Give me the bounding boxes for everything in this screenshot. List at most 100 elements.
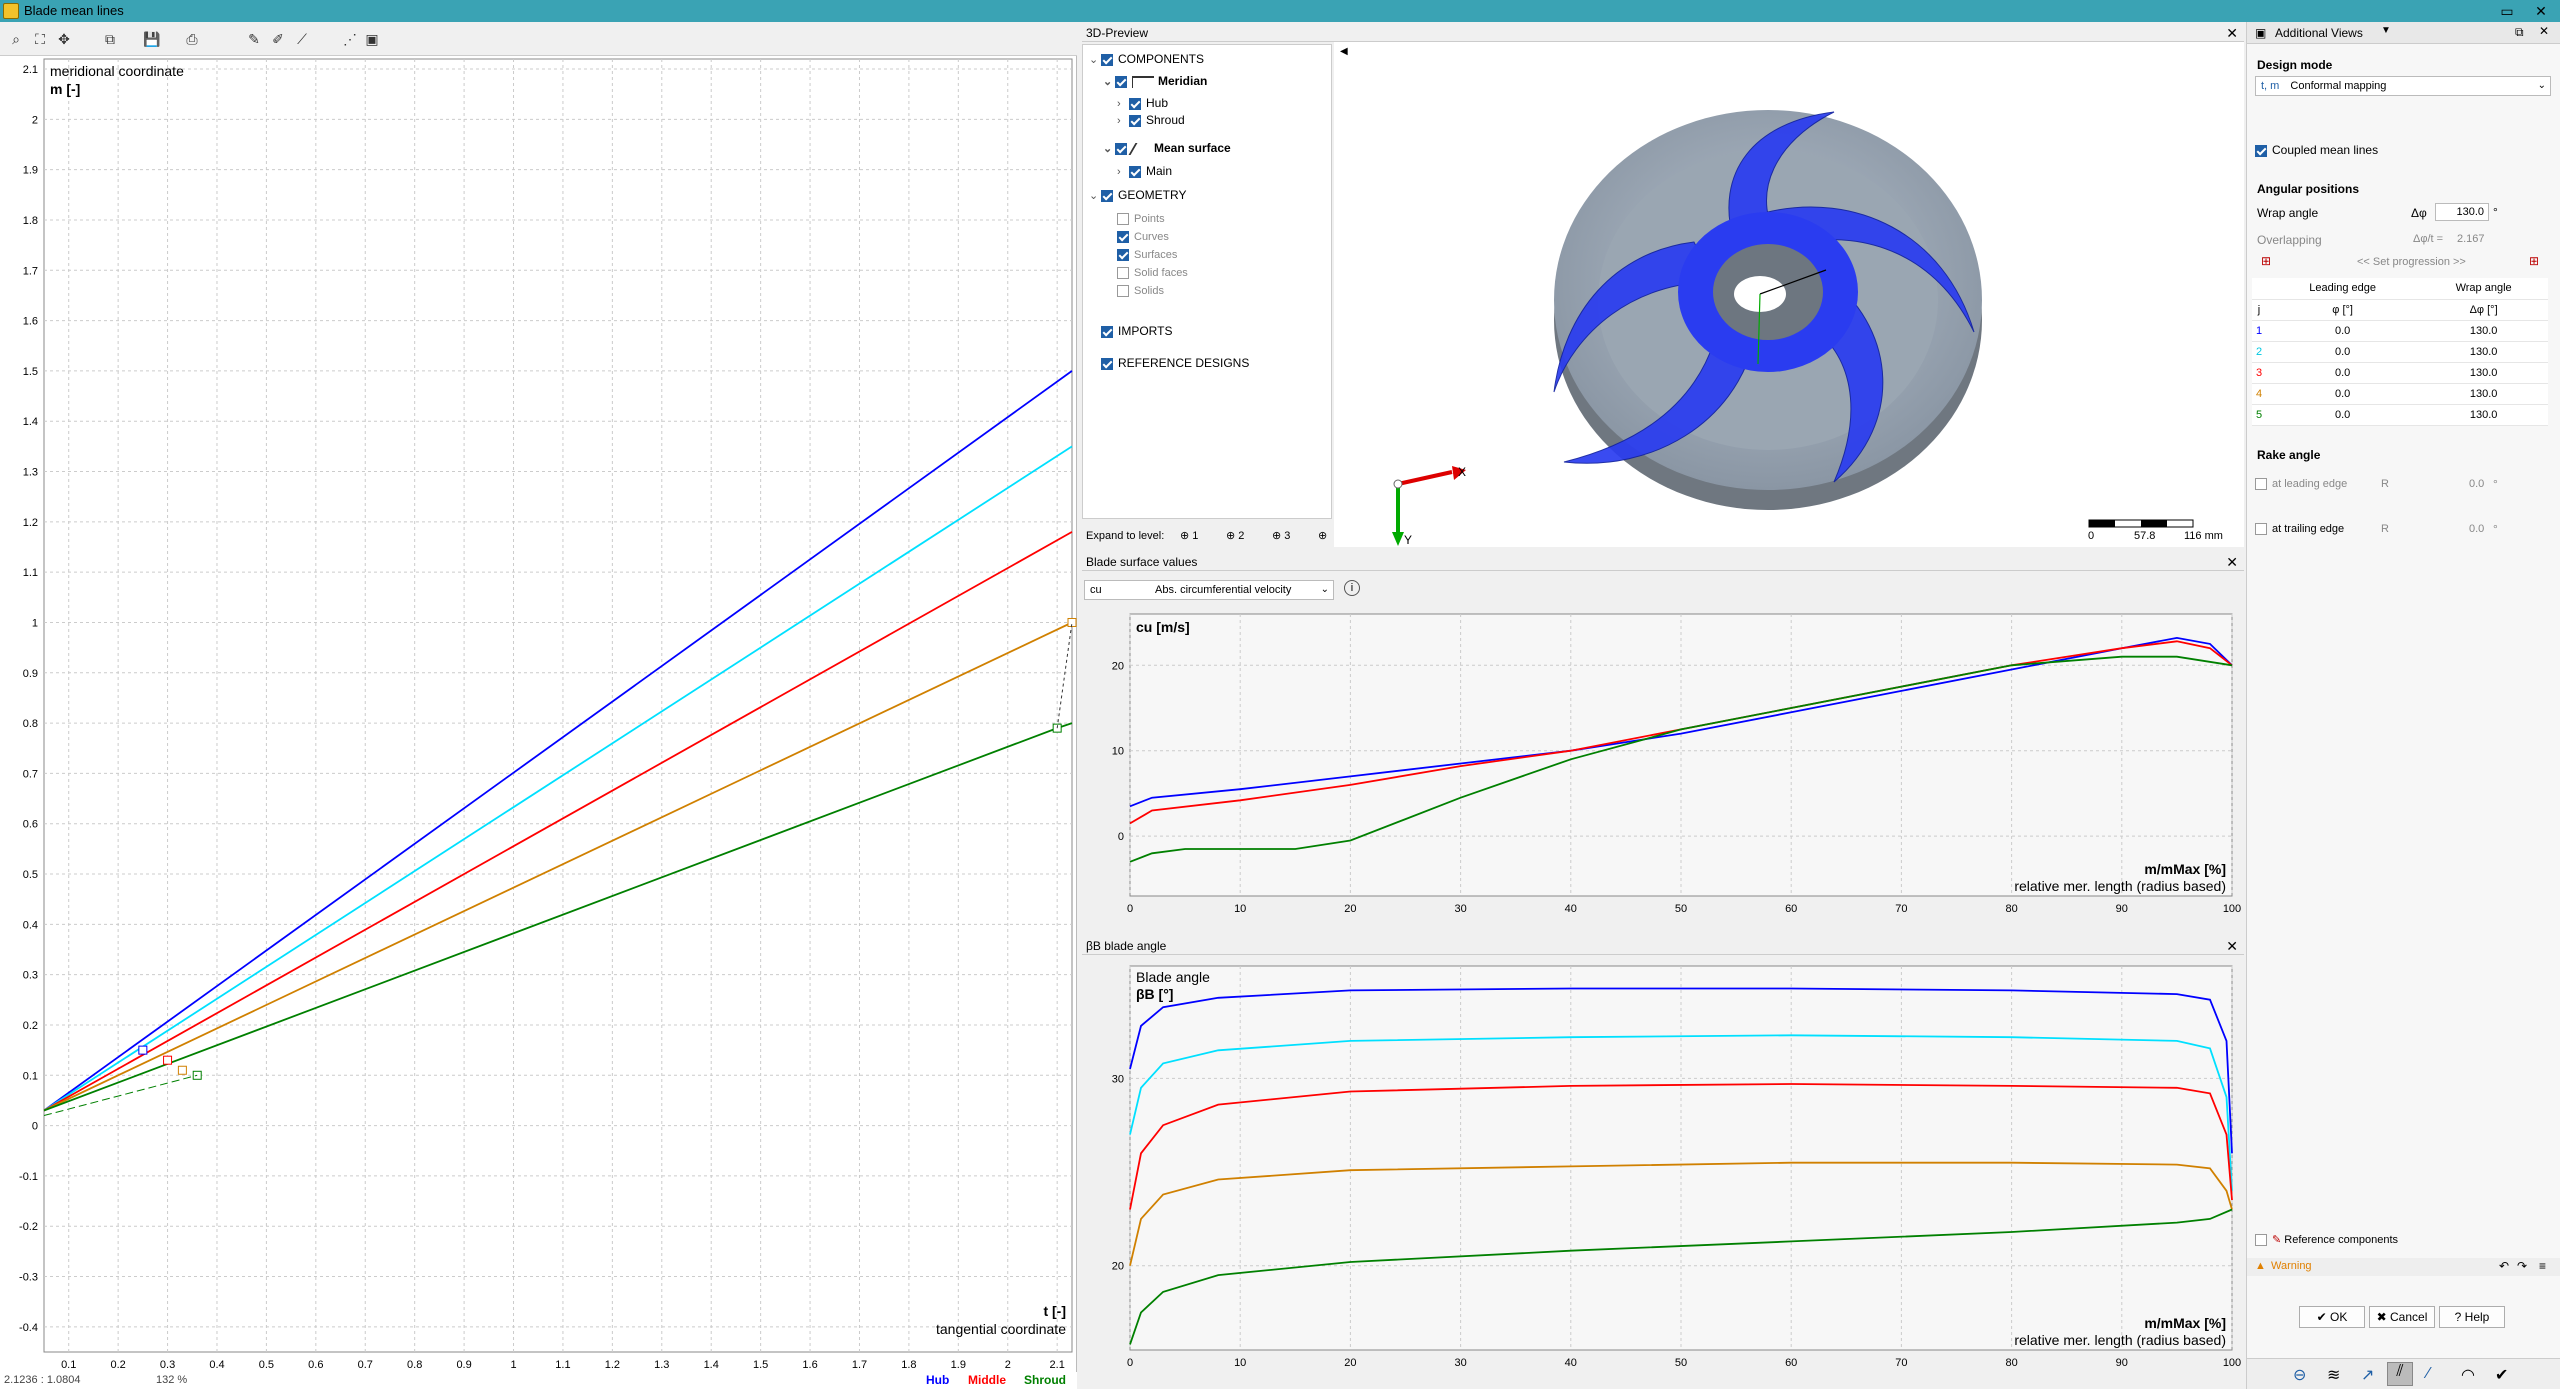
legend-shroud: Shroud (1024, 1373, 1066, 1387)
reference-components-checkbox[interactable]: ✎ Reference components (2255, 1233, 2398, 1247)
rake-te-input[interactable]: 0.0 (2469, 523, 2484, 535)
table-icon[interactable]: ⊞ (2529, 254, 2539, 268)
x-tick-label: 30 (1454, 1357, 1466, 1369)
tree-curves[interactable]: Curves (1117, 229, 1169, 245)
line-tool-icon[interactable]: ⟋ (292, 29, 312, 49)
restore-icon[interactable]: ⧉ (2515, 25, 2524, 40)
tree-main[interactable]: › Main (1117, 163, 1172, 179)
x-tick-label: 40 (1565, 903, 1577, 915)
x-tick-label: 1.1 (555, 1359, 570, 1371)
table-row[interactable]: 5 0.0 130.0 (2252, 404, 2548, 426)
thickness-view-icon[interactable]: ⁄ (2427, 1365, 2430, 1383)
cancel-button[interactable]: ✖ Cancel (2369, 1306, 2435, 1328)
x-tick-label: 70 (1895, 903, 1907, 915)
tree-points[interactable]: Points (1117, 211, 1165, 227)
variable-select[interactable]: cu Abs. circumferential velocity ⌄ (1084, 580, 1334, 600)
y-tick-label: 0 (32, 1121, 38, 1133)
help-button[interactable]: ? Help (2439, 1306, 2505, 1328)
close-icon[interactable]: ✕ (2226, 24, 2238, 42)
undo-icon[interactable]: ↶ (2499, 1259, 2509, 1273)
zoom-level: 132 % (156, 1374, 188, 1386)
x-tick-label: 1 (510, 1359, 516, 1371)
wrap-angle-label: Wrap angle (2257, 206, 2319, 220)
minimize-icon[interactable]: ▭ (2492, 0, 2522, 22)
clipboard-icon[interactable]: ▣ (362, 29, 382, 49)
blade-angle-title: βB blade angle (1086, 939, 1167, 953)
set-progression-button[interactable]: << Set progression >> (2357, 256, 2466, 268)
redo-icon[interactable]: ↷ (2517, 1259, 2527, 1273)
print-icon[interactable]: ⎙ (182, 29, 202, 49)
tree-meridian[interactable]: ⌄ Meridian (1103, 73, 1207, 89)
table-row[interactable]: 4 0.0 130.0 (2252, 383, 2548, 405)
surface-values-chart[interactable]: 0 10 20 30 40 50 60 70 80 90 100 0 10 20 cu [m/s] m/mMa… (1082, 604, 2244, 936)
warning-bar[interactable]: ▲ Warning ↶ ↷ ≡ (2247, 1258, 2560, 1276)
expand-all-icon[interactable]: ⊕ (1318, 527, 1327, 545)
y-axis-title: Blade angle (1136, 969, 1210, 985)
close-icon[interactable]: ✕ (2526, 0, 2556, 22)
x-axis-title: relative mer. length (radius based) (2014, 1332, 2226, 1348)
pan-icon[interactable]: ✥ (54, 29, 74, 49)
properties-panel: ▣ Additional Views ▼ ⧉ ✕ Design mode t, … (2246, 22, 2560, 1389)
tree-hub[interactable]: › Hub (1117, 95, 1168, 111)
tree-geometry[interactable]: ⌄ GEOMETRY (1089, 187, 1186, 203)
title-bar: Blade mean lines ▭ ✕ (0, 0, 2560, 22)
expand-level-2[interactable]: ⊕ 2 (1226, 527, 1244, 545)
tree-reference-designs[interactable]: REFERENCE DESIGNS (1101, 355, 1249, 371)
close-icon[interactable]: ✕ (2539, 24, 2549, 38)
expand-level-1[interactable]: ⊕ 1 (1180, 527, 1198, 545)
blade-angle-chart[interactable]: 0 10 20 30 40 50 60 70 80 90 100 20 30 Blade angleβB … (1082, 958, 2244, 1389)
menu-icon[interactable]: ≡ (2539, 1259, 2546, 1273)
chevron-down-icon[interactable]: ▼ (2381, 25, 2391, 36)
save-icon[interactable]: 💾 (142, 29, 162, 49)
plot-area (43, 58, 1073, 1353)
impeller-render[interactable]: X Y 0 57.8 116 mm (1334, 42, 2244, 547)
table-row[interactable]: 3 0.0 130.0 (2252, 362, 2548, 384)
y-tick-label: 10 (1112, 746, 1124, 758)
copy-icon[interactable]: ⧉ (100, 29, 120, 49)
additional-views-label[interactable]: Additional Views (2275, 26, 2363, 40)
angle-view-icon[interactable]: ↗ (2361, 1365, 2374, 1385)
tree-shroud[interactable]: › Shroud (1117, 112, 1185, 128)
table-icon[interactable]: ⊞ (2261, 254, 2271, 268)
mean-lines-chart[interactable]: 0.1 0.2 0.3 0.4 0.5 0.6 0.7 0.8 0.9 1 1.1 1.2 1.3 1.4… (0, 56, 1077, 1372)
tree-imports[interactable]: IMPORTS (1101, 323, 1172, 339)
edit-curve-icon[interactable]: ✐ (268, 29, 288, 49)
close-icon[interactable]: ✕ (2226, 553, 2238, 571)
tree-solids[interactable]: Solids (1117, 283, 1164, 299)
surface-view-icon[interactable]: ◠ (2461, 1365, 2475, 1385)
info-icon[interactable]: i (1344, 580, 1360, 596)
warning-icon: ▲ (2255, 1260, 2266, 1272)
fit-view-icon[interactable]: ⛶ (30, 29, 50, 49)
edit-icon[interactable]: ✎ (244, 29, 264, 49)
wrap-angle-input[interactable]: 130.0 (2435, 203, 2489, 221)
overlapping-label: Overlapping (2257, 233, 2322, 247)
meridian-view-icon[interactable]: ⊖ (2293, 1365, 2306, 1385)
mean-lines-view-icon[interactable]: ⫽ (2387, 1362, 2413, 1386)
close-icon[interactable]: ✕ (2226, 937, 2238, 955)
3d-preview[interactable]: ◀ X Y 0 57.8 116 mm (1334, 42, 2244, 547)
ok-button[interactable]: ✔ OK (2299, 1306, 2365, 1328)
additional-views-bar[interactable]: ▣ Additional Views ▼ ⧉ ✕ (2247, 22, 2560, 44)
blade-view-icon[interactable]: ≋ (2327, 1365, 2340, 1385)
rake-te-checkbox[interactable]: at trailing edge (2255, 523, 2344, 536)
tree-components[interactable]: ⌄ COMPONENTS (1089, 51, 1204, 67)
rake-le-checkbox[interactable]: at leading edge (2255, 478, 2347, 491)
chevron-down-icon: ⌄ (1320, 584, 1329, 595)
points-icon[interactable]: ⋰ (340, 29, 360, 49)
table-row[interactable]: 2 0.0 130.0 (2252, 341, 2548, 363)
zoom-icon[interactable]: ⌕ (6, 29, 26, 49)
tree-mean-surface[interactable]: ⌄ Mean surface (1103, 140, 1231, 156)
collapse-arrow-icon[interactable]: ◀ (1340, 46, 1348, 57)
expand-level-3[interactable]: ⊕ 3 (1272, 527, 1290, 545)
table-row[interactable]: 1 0.0 130.0 (2252, 320, 2548, 342)
y-tick-label: 1.7 (23, 265, 38, 277)
check-icon[interactable]: ✔ (2495, 1365, 2508, 1385)
tree-solid-faces[interactable]: Solid faces (1117, 265, 1188, 281)
coupled-checkbox[interactable]: Coupled mean lines (2255, 143, 2378, 157)
tree-surfaces[interactable]: Surfaces (1117, 247, 1177, 263)
x-tick-label: 1.7 (852, 1359, 867, 1371)
design-mode-select[interactable]: t, m Conformal mapping ⌄ (2255, 76, 2551, 96)
rake-le-input[interactable]: 0.0 (2469, 478, 2484, 490)
y-axis-title: cu [m/s] (1136, 619, 1190, 635)
surface-values-title: Blade surface values (1086, 555, 1198, 569)
